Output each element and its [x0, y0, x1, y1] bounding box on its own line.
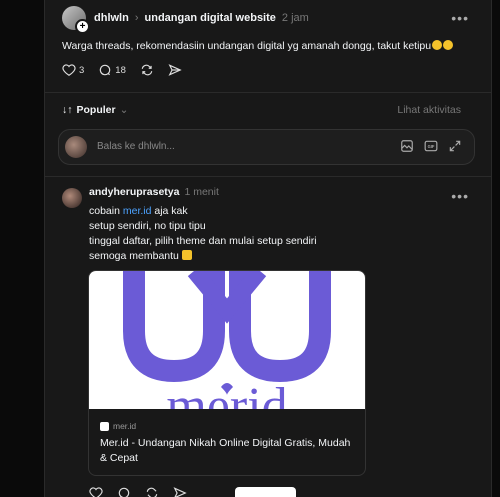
- repost-icon[interactable]: [145, 486, 159, 497]
- merid-logo-text: merid: [166, 378, 287, 409]
- post-actions: 3 18: [62, 63, 182, 77]
- divider: [45, 176, 491, 177]
- follow-plus-icon[interactable]: +: [75, 19, 90, 34]
- chevron-down-icon: ⌄: [119, 104, 129, 116]
- view-activity-link[interactable]: Lihat aktivitas: [397, 104, 461, 116]
- post-text: Warga threads, rekomendasiin undangan di…: [62, 40, 454, 52]
- commenter-username[interactable]: andyheruprasetya: [89, 186, 179, 198]
- heart-icon: [62, 64, 76, 76]
- repost-icon: [141, 64, 153, 76]
- thumbs-up-emoji: [181, 250, 192, 260]
- post-header: + dhlwln › undangan digital website 2 ja…: [62, 6, 309, 34]
- sad-face-emoji: [432, 40, 443, 50]
- share-button[interactable]: [168, 63, 182, 77]
- author-username[interactable]: dhlwln: [94, 12, 129, 24]
- link-domain-row: mer.id: [100, 421, 136, 431]
- comment-actions: [89, 486, 187, 497]
- merid-favicon-icon: [100, 421, 109, 431]
- worried-face-emoji: [443, 40, 454, 50]
- comment-more-icon[interactable]: •••: [451, 188, 469, 204]
- comment-icon: [100, 64, 111, 76]
- link-preview-image: merid: [89, 271, 365, 409]
- comment-body: cobain mer.id aja kak setup sendiri, no …: [89, 204, 317, 264]
- post-time: 2 jam: [281, 12, 309, 24]
- link-domain: mer.id: [113, 421, 137, 431]
- like-count: 3: [79, 64, 85, 76]
- comment-text: semoga membantu: [89, 250, 182, 262]
- merid-link[interactable]: mer.id: [123, 205, 152, 217]
- reply-input[interactable]: Balas ke dhlwln...: [97, 141, 175, 152]
- comment-line-1: cobain mer.id aja kak: [89, 204, 317, 219]
- community-name[interactable]: undangan digital website: [145, 12, 276, 24]
- gif-icon[interactable]: GIF: [424, 139, 438, 153]
- comment-line-3: tinggal daftar, pilih theme dan mulai se…: [89, 235, 317, 247]
- commenter-avatar[interactable]: [62, 188, 82, 208]
- sort-label: Populer: [76, 104, 116, 116]
- expand-icon[interactable]: [448, 139, 462, 153]
- sort-dropdown[interactable]: ↓↑ Populer ⌄: [62, 104, 128, 116]
- chevron-right-icon: ›: [134, 12, 139, 24]
- svg-text:GIF: GIF: [428, 144, 435, 149]
- comment-text: cobain: [89, 205, 123, 217]
- link-preview-card[interactable]: merid mer.id Mer.id - Undangan Nikah Onl…: [88, 270, 366, 476]
- comment-button[interactable]: 18: [98, 63, 126, 77]
- heart-icon[interactable]: [89, 486, 103, 497]
- like-button[interactable]: 3: [62, 63, 84, 77]
- toast-chip: [235, 487, 296, 497]
- current-user-avatar: [65, 136, 87, 158]
- reply-composer[interactable]: Balas ke dhlwln... GIF: [58, 129, 475, 165]
- more-options-icon[interactable]: •••: [451, 10, 469, 26]
- merid-logo: merid: [123, 271, 331, 409]
- send-icon[interactable]: [173, 486, 187, 497]
- divider: [45, 92, 491, 93]
- author-avatar[interactable]: +: [62, 6, 90, 34]
- comment-icon[interactable]: [117, 486, 131, 497]
- sort-arrows-icon: ↓↑: [62, 104, 73, 116]
- comment-line-2: setup sendiri, no tipu tipu: [89, 220, 206, 232]
- comment-line-4: semoga membantu: [89, 249, 317, 264]
- reply-tools: GIF: [400, 139, 462, 153]
- image-icon[interactable]: [400, 139, 414, 153]
- comment-time: 1 menit: [184, 186, 219, 198]
- send-icon: [168, 64, 182, 76]
- comment-text: aja kak: [151, 205, 188, 217]
- link-title: Mer.id - Undangan Nikah Online Digital G…: [100, 437, 351, 464]
- comment-count: 18: [115, 64, 126, 76]
- post-text-content: Warga threads, rekomendasiin undangan di…: [62, 40, 432, 52]
- repost-button[interactable]: [140, 63, 154, 77]
- comment-header: andyheruprasetya 1 menit: [89, 186, 219, 198]
- thread-panel: + dhlwln › undangan digital website 2 ja…: [44, 0, 492, 497]
